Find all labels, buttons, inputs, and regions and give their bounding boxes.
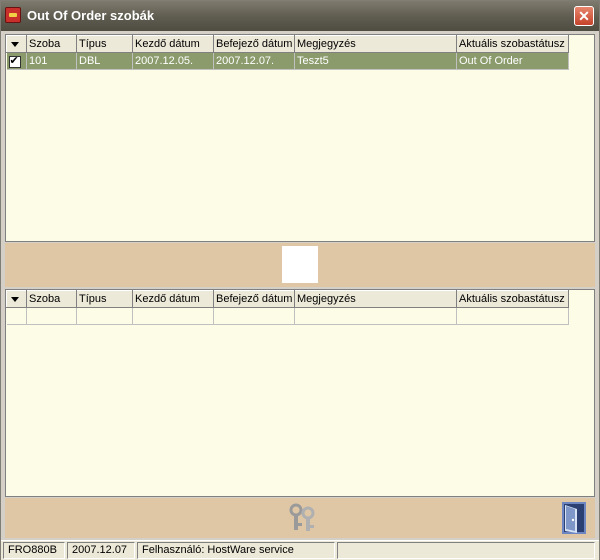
row-checkbox[interactable] <box>8 54 21 68</box>
col-header-megjegyzes[interactable]: Megjegyzés <box>294 290 457 308</box>
cell-befejezo-datum[interactable]: 2007.12.07. <box>213 52 295 70</box>
col-header-szobastatusz[interactable]: Aktuális szobastátusz <box>456 290 569 308</box>
col-header-szoba[interactable]: Szoba <box>26 35 77 53</box>
status-empty <box>337 542 595 559</box>
col-header-szobastatusz[interactable]: Aktuális szobastátusz <box>456 35 569 53</box>
status-date: 2007.12.07 <box>67 542 135 559</box>
title-bar[interactable]: Out Of Order szobák ✕ <box>1 1 599 31</box>
splitter-panel[interactable] <box>5 243 595 287</box>
door-exit-icon[interactable] <box>557 500 591 536</box>
col-header-megjegyzes[interactable]: Megjegyzés <box>294 35 457 53</box>
second-table: Szoba Típus Kezdő dátum Befejező dátum M… <box>6 290 569 325</box>
close-button[interactable]: ✕ <box>574 6 594 26</box>
cell-megjegyzes[interactable]: Teszt5 <box>294 52 457 70</box>
status-user: Felhasználó: HostWare service <box>137 542 335 559</box>
chevron-down-icon <box>11 297 19 302</box>
header-row: Szoba Típus Kezdő dátum Befejező dátum M… <box>6 290 569 308</box>
col-header-kezdo-datum[interactable]: Kezdő dátum <box>132 290 214 308</box>
window-title: Out Of Order szobák <box>27 8 155 23</box>
status-module-code: FRO880B <box>3 542 65 559</box>
cell-tipus[interactable] <box>76 307 133 325</box>
cell-megjegyzes[interactable] <box>294 307 457 325</box>
cell-kezdo-datum[interactable] <box>132 307 214 325</box>
second-grid[interactable]: Szoba Típus Kezdő dátum Befejező dátum M… <box>5 289 595 497</box>
splitter-handle[interactable] <box>282 246 318 283</box>
chevron-down-icon <box>11 42 19 47</box>
cell-szoba[interactable] <box>26 307 77 325</box>
col-header-befejezo-datum[interactable]: Befejező dátum <box>213 290 295 308</box>
ooo-table: Szoba Típus Kezdő dátum Befejező dátum M… <box>6 35 569 70</box>
cell-szobastatusz[interactable] <box>456 307 569 325</box>
cell-tipus[interactable]: DBL <box>76 52 133 70</box>
cell-kezdo-datum[interactable]: 2007.12.05. <box>132 52 214 70</box>
table-row[interactable] <box>6 307 569 325</box>
keys-icon[interactable] <box>285 501 319 535</box>
cell-befejezo-datum[interactable] <box>213 307 295 325</box>
row-selector-cell[interactable] <box>6 307 27 325</box>
col-header-tipus[interactable]: Típus <box>76 290 133 308</box>
row-selector-header[interactable] <box>6 290 27 308</box>
cell-szobastatusz[interactable]: Out Of Order <box>456 52 569 70</box>
status-bar: FRO880B 2007.12.07 Felhasználó: HostWare… <box>1 540 599 560</box>
table-row[interactable]: 101 DBL 2007.12.05. 2007.12.07. Teszt5 O… <box>6 52 569 70</box>
col-header-befejezo-datum[interactable]: Befejező dátum <box>213 35 295 53</box>
header-row: Szoba Típus Kezdő dátum Befejező dátum M… <box>6 35 569 53</box>
col-header-tipus[interactable]: Típus <box>76 35 133 53</box>
bottom-toolbar <box>5 498 595 538</box>
out-of-order-window: Out Of Order szobák ✕ Szoba Típus Kezdő … <box>0 0 600 560</box>
row-selector-header[interactable] <box>6 35 27 53</box>
row-checkbox-cell[interactable] <box>6 52 27 70</box>
key-app-icon <box>5 7 21 23</box>
col-header-kezdo-datum[interactable]: Kezdő dátum <box>132 35 214 53</box>
cell-szoba[interactable]: 101 <box>26 52 77 70</box>
col-header-szoba[interactable]: Szoba <box>26 290 77 308</box>
out-of-order-grid[interactable]: Szoba Típus Kezdő dátum Befejező dátum M… <box>5 34 595 242</box>
